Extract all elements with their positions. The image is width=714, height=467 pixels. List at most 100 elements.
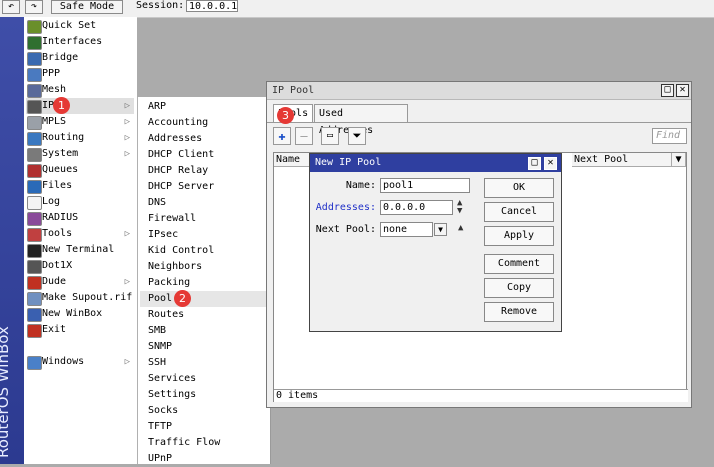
copy-button[interactable]: Copy [484,278,554,298]
maximize-icon[interactable]: □ [661,84,674,97]
up-arrow-icon[interactable]: ▲ [458,223,463,233]
updown-icon[interactable]: ▲ ▼ [457,199,462,216]
ip-submenu-item-smb[interactable]: SMB [140,323,268,339]
new-ip-pool-dialog: New IP Pool □ ✕ Name: pool1 Addresses: 0… [309,153,562,332]
dot1x-icon [27,260,42,274]
ip-submenu-item-dhcp-relay[interactable]: DHCP Relay [140,163,268,179]
ok-button[interactable]: OK [484,178,554,198]
session-field[interactable]: 10.0.0.1 [186,0,238,12]
menu-item-bridge[interactable]: Bridge [26,50,134,66]
name-field[interactable]: pool1 [380,178,470,193]
remove-button[interactable]: Remove [484,302,554,322]
ip-submenu-item-addresses[interactable]: Addresses [140,131,268,147]
menu-item-ppp[interactable]: PPP [26,66,134,82]
menu-item-radius[interactable]: RADIUS [26,210,134,226]
undo-icon[interactable]: ↶ [2,0,20,14]
apply-button[interactable]: Apply [484,226,554,246]
comment-button[interactable]: Comment [484,254,554,274]
menu-item-routing[interactable]: Routing ▷ [26,130,134,146]
bridge-icon [27,52,42,66]
menu-item-windows[interactable]: Windows ▷ [26,354,134,370]
menu-item-quick-set[interactable]: Quick Set [26,18,134,34]
redo-icon[interactable]: ↷ [25,0,43,14]
menu-item-ip[interactable]: IP ▷ [26,98,134,114]
tab-used-addresses[interactable]: Used Addresses [314,104,408,136]
ip-submenu-item-upnp[interactable]: UPnP [140,451,268,467]
addresses-field[interactable]: 0.0.0.0 [380,200,453,215]
menu-item-new-terminal[interactable]: New Terminal [26,242,134,258]
dialog-close-icon[interactable]: ✕ [544,157,557,170]
ip-submenu-item-traffic-flow[interactable]: Traffic Flow [140,435,268,451]
next-pool-select[interactable]: none [380,222,433,237]
ip-submenu-item-ipsec[interactable]: IPsec [140,227,268,243]
winbox-icon [27,308,42,322]
ip-submenu-item-kid-control[interactable]: Kid Control [140,243,268,259]
menu-item-label: Interfaces [42,36,103,47]
ip-submenu-item-socks[interactable]: Socks [140,403,268,419]
menu-item-files[interactable]: Files [26,178,134,194]
supout-icon [27,292,42,306]
ip-submenu-item-tftp[interactable]: TFTP [140,419,268,435]
dude-icon [27,276,42,290]
ip-submenu-item-settings[interactable]: Settings [140,387,268,403]
ip-submenu-item-neighbors[interactable]: Neighbors [140,259,268,275]
menu-item-dude[interactable]: Dude ▷ [26,274,134,290]
submenu-arrow-icon: ▷ [124,117,130,127]
ppp-icon [27,68,42,82]
ip-submenu: ARP Accounting Addresses DHCP Client DHCP Re… [137,97,271,464]
menu-item-mesh[interactable]: Mesh [26,82,134,98]
ip-submenu-item-arp[interactable]: ARP [140,99,268,115]
filter-icon[interactable]: ⏷ [348,127,366,145]
menu-item-dot1x[interactable]: Dot1X [26,258,134,274]
ip-submenu-item-ssh[interactable]: SSH [140,355,268,371]
safe-mode-button[interactable]: Safe Mode [51,0,123,14]
tab-divider [267,122,691,123]
status-count: 0 items [274,389,688,402]
close-icon[interactable]: ✕ [676,84,689,97]
ip-submenu-item-dns[interactable]: DNS [140,195,268,211]
column-name[interactable]: Name [274,153,312,167]
brand-text: RouterOS WinBox [0,326,12,458]
menu-item-label: Quick Set [42,20,97,31]
menu-item-mpls[interactable]: MPLS ▷ [26,114,134,130]
column-next-pool[interactable]: Next Pool [572,153,672,167]
ip-submenu-item-dhcp-client[interactable]: DHCP Client [140,147,268,163]
menu-item-make-supout-rif[interactable]: Make Supout.rif [26,290,134,306]
menu-item-log[interactable]: Log [26,194,134,210]
dialog-maximize-icon[interactable]: □ [528,157,541,170]
menu-item-interfaces[interactable]: Interfaces [26,34,134,50]
ip-submenu-item-services[interactable]: Services [140,371,268,387]
find-input[interactable]: Find [652,128,687,144]
cancel-button[interactable]: Cancel [484,202,554,222]
menu-item-queues[interactable]: Queues [26,162,134,178]
ip-submenu-item-packing[interactable]: Packing [140,275,268,291]
menu-item-exit[interactable]: Exit [26,322,134,338]
main-menu: Quick Set Interfaces Bridge PPP Mesh IP ▷ MPLS ▷… [24,17,137,464]
menu-item-system[interactable]: System ▷ [26,146,134,162]
step-badge-3: 3 [277,107,294,124]
files-icon [27,180,42,194]
queues-icon [27,164,42,178]
column-menu-icon[interactable]: ▼ [672,153,686,167]
submenu-arrow-icon: ▷ [124,149,130,159]
menu-item-label: Mesh [42,84,67,95]
dropdown-icon[interactable]: ▼ [434,223,447,236]
menu-item-label: New WinBox [42,308,103,319]
ip-submenu-item-snmp[interactable]: SNMP [140,339,268,355]
windows-icon [27,356,42,370]
menu-item-label: System [42,148,79,159]
ip-submenu-item-dhcp-server[interactable]: DHCP Server [140,179,268,195]
terminal-icon [27,244,42,258]
add-icon[interactable]: ✚ [273,127,291,145]
remove-icon[interactable]: — [295,127,313,145]
tools-icon [27,228,42,242]
step-badge-1: 1 [53,97,70,114]
ip-submenu-item-routes[interactable]: Routes [140,307,268,323]
menu-item-tools[interactable]: Tools ▷ [26,226,134,242]
menu-item-new-winbox[interactable]: New WinBox [26,306,134,322]
ip-submenu-item-pool[interactable]: Pool [140,291,268,307]
ip-submenu-item-accounting[interactable]: Accounting [140,115,268,131]
ip-submenu-item-firewall[interactable]: Firewall [140,211,268,227]
comment-icon[interactable]: ▭ [321,127,339,145]
menu-item-label: Log [42,196,61,207]
